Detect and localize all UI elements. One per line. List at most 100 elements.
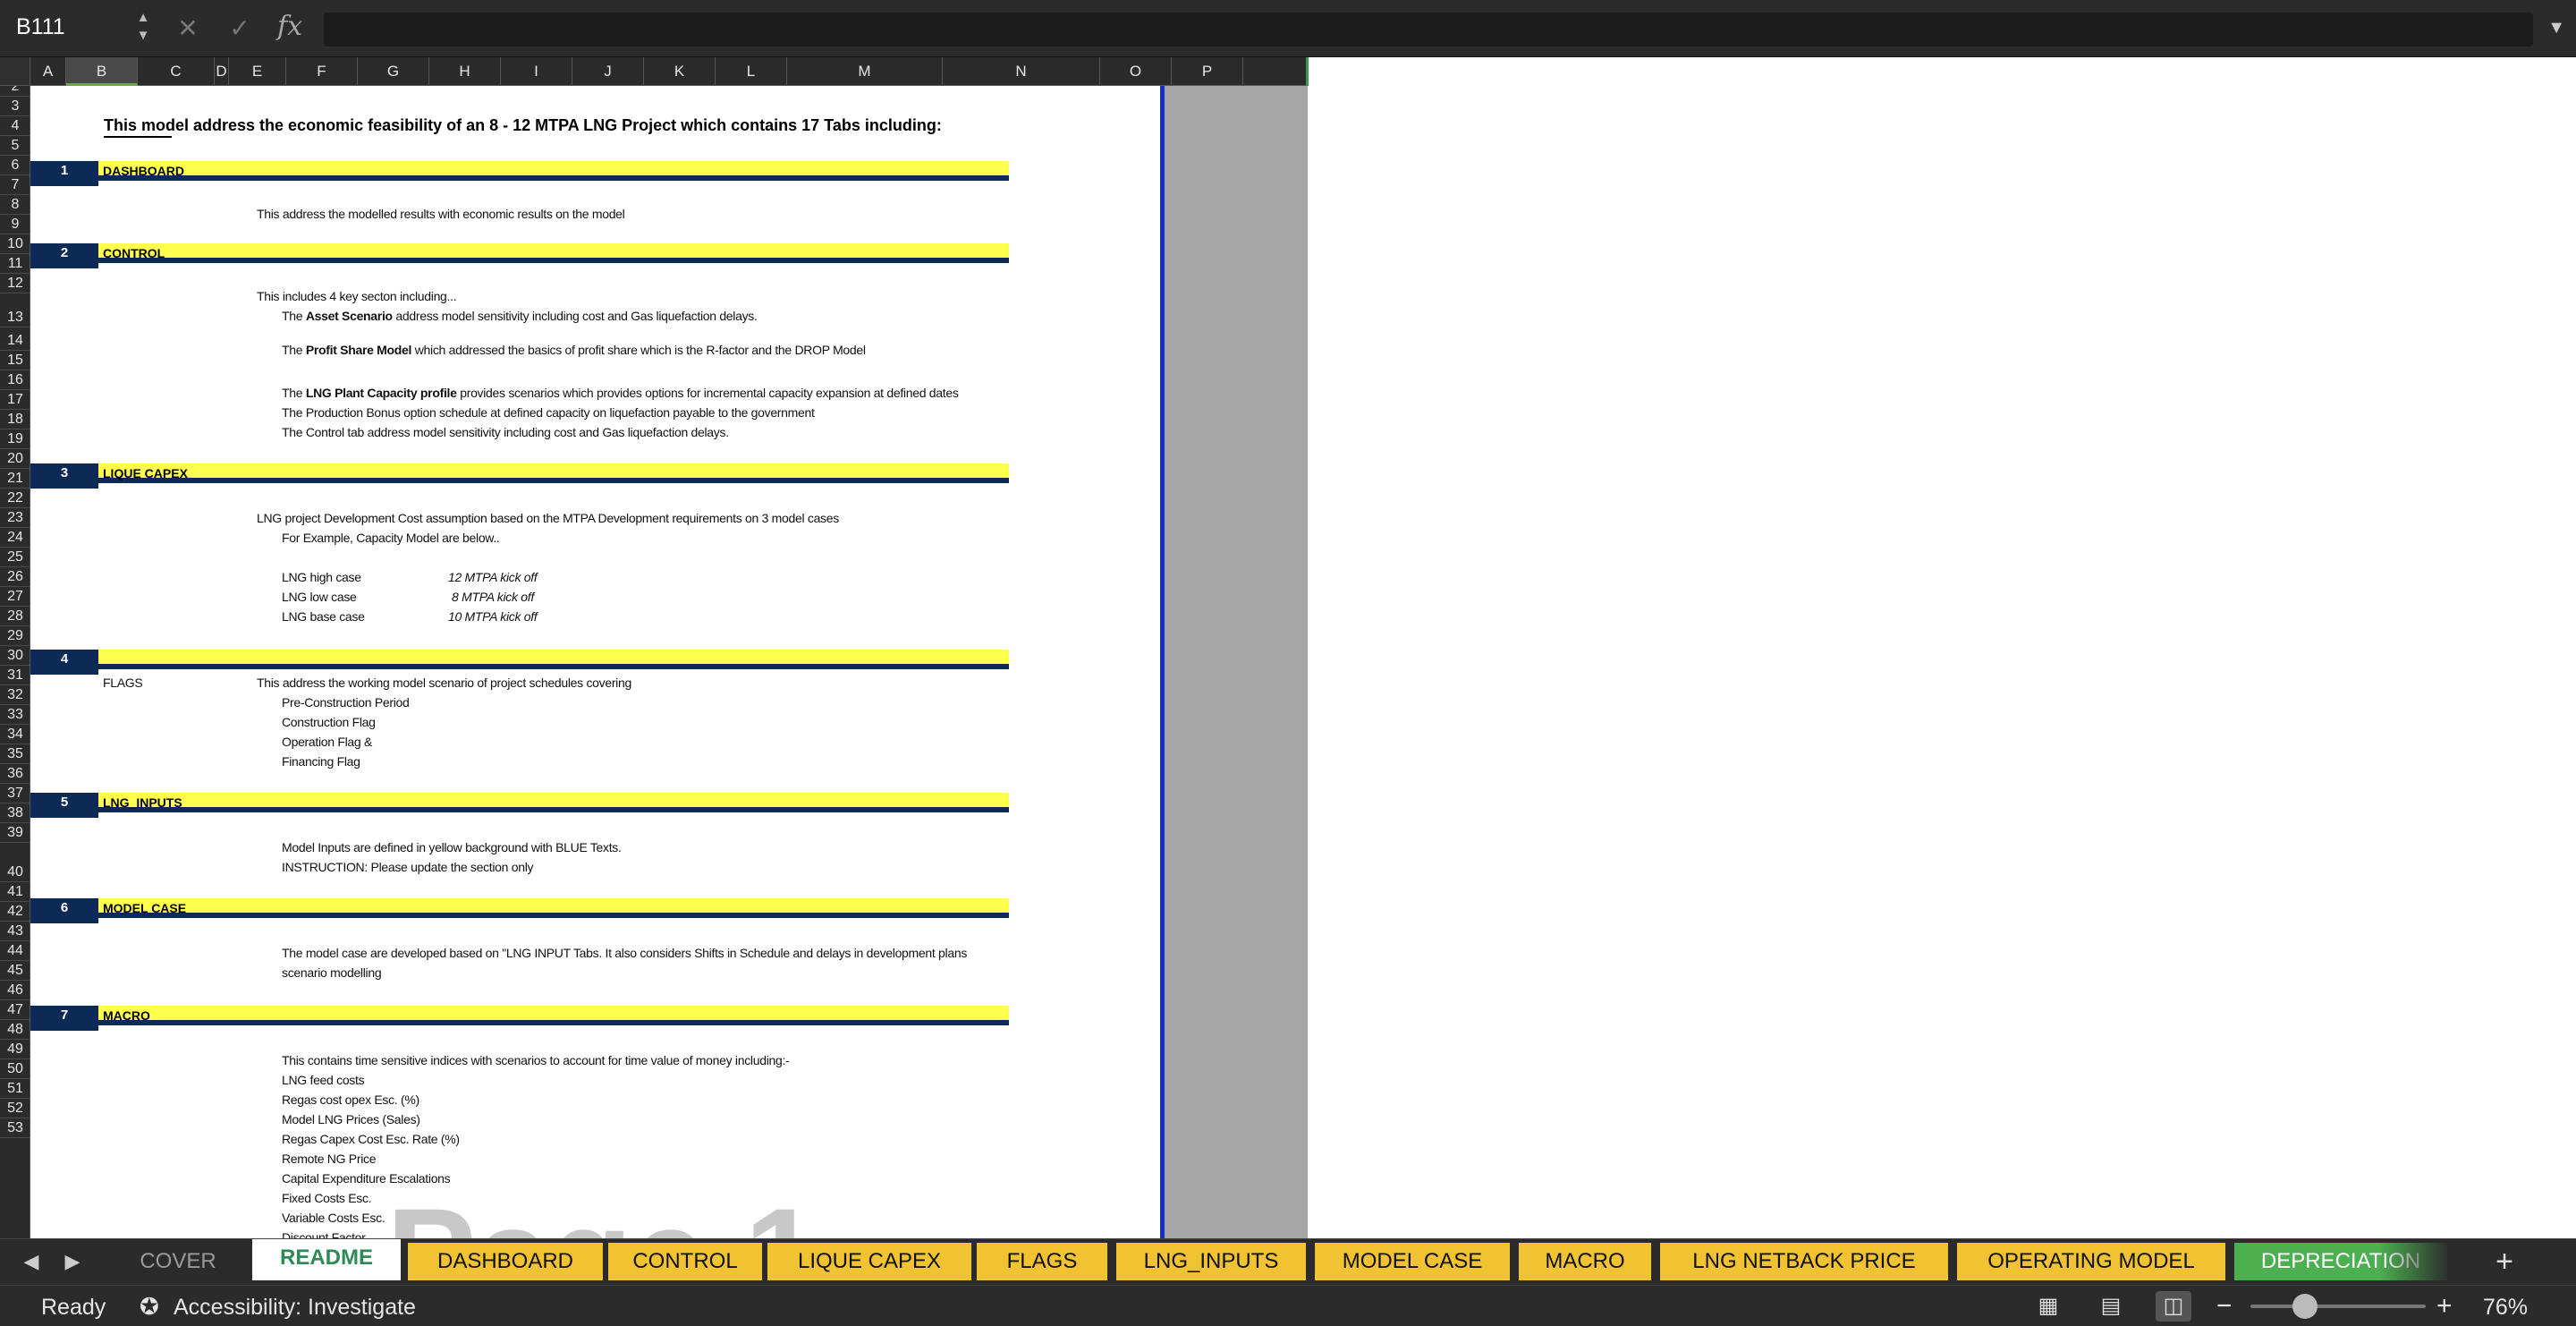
row-header[interactable]: 52 xyxy=(0,1099,30,1118)
row-header[interactable]: 30 xyxy=(0,646,30,666)
row-header[interactable]: 11 xyxy=(0,254,30,274)
row-header[interactable]: 40 xyxy=(0,843,30,882)
column-header[interactable]: A xyxy=(30,57,66,86)
row-header[interactable]: 45 xyxy=(0,961,30,981)
row-header[interactable]: 49 xyxy=(0,1040,30,1059)
row-header[interactable]: 13 xyxy=(0,293,30,327)
unused-grid-area[interactable] xyxy=(1308,86,2576,1238)
tab-lng-inputs[interactable]: LNG_INPUTS xyxy=(1116,1243,1308,1280)
column-header[interactable]: E xyxy=(229,57,286,86)
zoom-slider[interactable] xyxy=(2250,1305,2426,1308)
tab-dashboard[interactable]: DASHBOARD xyxy=(408,1243,605,1280)
row-header[interactable]: 15 xyxy=(0,351,30,370)
row-header[interactable]: 42 xyxy=(0,902,30,922)
zoom-level[interactable]: 76% xyxy=(2483,1295,2528,1321)
column-header[interactable]: K xyxy=(644,57,716,86)
row-header[interactable]: 19 xyxy=(0,429,30,449)
name-box-stepper-icon[interactable]: ▲ ▼ xyxy=(134,9,152,48)
row-header[interactable]: 48 xyxy=(0,1020,30,1040)
row-header[interactable]: 53 xyxy=(0,1118,30,1138)
cancel-formula-icon[interactable]: ✕ xyxy=(172,13,204,45)
row-header[interactable]: 36 xyxy=(0,764,30,784)
row-header[interactable]: 20 xyxy=(0,449,30,469)
column-header[interactable]: I xyxy=(501,57,572,86)
insert-function-icon[interactable]: fx xyxy=(277,11,302,42)
confirm-formula-icon[interactable]: ✓ xyxy=(224,13,256,45)
row-header[interactable]: 27 xyxy=(0,587,30,607)
row-header[interactable]: 10 xyxy=(0,234,30,254)
row-header[interactable]: 9 xyxy=(0,215,30,234)
tab-readme[interactable]: README xyxy=(252,1239,402,1280)
tab-model-case[interactable]: MODEL CASE xyxy=(1315,1243,1512,1280)
row-header[interactable]: 22 xyxy=(0,489,30,508)
row-header[interactable]: 29 xyxy=(0,626,30,646)
row-header[interactable]: 16 xyxy=(0,370,30,390)
column-header[interactable]: N xyxy=(943,57,1100,86)
column-header[interactable]: O xyxy=(1100,57,1172,86)
row-header[interactable]: 34 xyxy=(0,725,30,744)
tab-lique-capex[interactable]: LIQUE CAPEX xyxy=(767,1243,973,1280)
select-all-corner[interactable] xyxy=(0,57,30,86)
zoom-out-icon[interactable]: − xyxy=(2216,1291,2233,1322)
column-header[interactable]: G xyxy=(358,57,429,86)
tab-lng-netback-price[interactable]: LNG NETBACK PRICE xyxy=(1660,1243,1950,1280)
tab-operating-model[interactable]: OPERATING MODEL xyxy=(1957,1243,2227,1280)
expand-formula-bar-icon[interactable]: ▼ xyxy=(2547,18,2565,38)
row-header[interactable]: 18 xyxy=(0,410,30,429)
next-sheet-icon[interactable]: ▶ xyxy=(59,1248,86,1275)
formula-input[interactable] xyxy=(324,13,2533,47)
row-header[interactable]: 37 xyxy=(0,784,30,803)
tab-macro[interactable]: MACRO xyxy=(1519,1243,1653,1280)
tab-cover[interactable]: COVER xyxy=(107,1243,250,1280)
row-header[interactable]: 14 xyxy=(0,327,30,351)
page-break-preview-icon[interactable]: ◫ xyxy=(2156,1291,2191,1322)
row-header[interactable]: 6 xyxy=(0,156,30,175)
accessibility-icon[interactable]: ✪ xyxy=(140,1293,159,1321)
row-header[interactable]: 35 xyxy=(0,744,30,764)
row-header[interactable]: 25 xyxy=(0,548,30,567)
row-header[interactable]: 17 xyxy=(0,390,30,410)
row-header[interactable]: 2 xyxy=(0,86,30,97)
row-header[interactable]: 23 xyxy=(0,508,30,528)
row-header[interactable]: 46 xyxy=(0,981,30,1000)
row-header[interactable]: 3 xyxy=(0,97,30,116)
zoom-slider-thumb[interactable] xyxy=(2292,1294,2318,1319)
column-header[interactable]: F xyxy=(286,57,358,86)
row-header[interactable]: 21 xyxy=(0,469,30,489)
row-header[interactable]: 26 xyxy=(0,567,30,587)
tab-flags[interactable]: FLAGS xyxy=(977,1243,1109,1280)
row-header[interactable]: 33 xyxy=(0,705,30,725)
column-header[interactable]: J xyxy=(572,57,644,86)
tab-control[interactable]: CONTROL xyxy=(608,1243,764,1280)
sheet-grid[interactable]: This model address the economic feasibil… xyxy=(30,86,2576,1238)
accessibility-status[interactable]: Accessibility: Investigate xyxy=(174,1295,416,1321)
row-header[interactable]: 12 xyxy=(0,274,30,293)
row-header[interactable]: 47 xyxy=(0,1000,30,1020)
column-header[interactable]: B xyxy=(66,57,138,86)
column-header[interactable]: M xyxy=(787,57,943,86)
previous-sheet-icon[interactable]: ◀ xyxy=(18,1248,45,1275)
row-header[interactable]: 31 xyxy=(0,666,30,685)
row-header[interactable]: 51 xyxy=(0,1079,30,1099)
row-header[interactable]: 4 xyxy=(0,116,30,136)
add-sheet-icon[interactable]: + xyxy=(2487,1245,2522,1280)
normal-view-icon[interactable]: ▦ xyxy=(2030,1291,2066,1322)
zoom-in-icon[interactable]: + xyxy=(2436,1291,2453,1322)
row-header[interactable]: 8 xyxy=(0,195,30,215)
row-header[interactable]: 43 xyxy=(0,922,30,941)
row-header[interactable]: 41 xyxy=(0,882,30,902)
row-header[interactable]: 7 xyxy=(0,175,30,195)
column-header[interactable]: L xyxy=(716,57,787,86)
row-header[interactable]: 44 xyxy=(0,941,30,961)
row-header[interactable]: 38 xyxy=(0,803,30,823)
column-header[interactable]: P xyxy=(1172,57,1243,86)
row-header[interactable]: 50 xyxy=(0,1059,30,1079)
column-header[interactable]: D xyxy=(215,57,229,86)
row-header[interactable]: 24 xyxy=(0,528,30,548)
row-header[interactable]: 5 xyxy=(0,136,30,156)
column-header[interactable]: H xyxy=(429,57,501,86)
row-header[interactable]: 39 xyxy=(0,823,30,843)
row-header[interactable]: 28 xyxy=(0,607,30,626)
page-layout-view-icon[interactable]: ▤ xyxy=(2093,1291,2129,1322)
column-header[interactable]: C xyxy=(138,57,215,86)
